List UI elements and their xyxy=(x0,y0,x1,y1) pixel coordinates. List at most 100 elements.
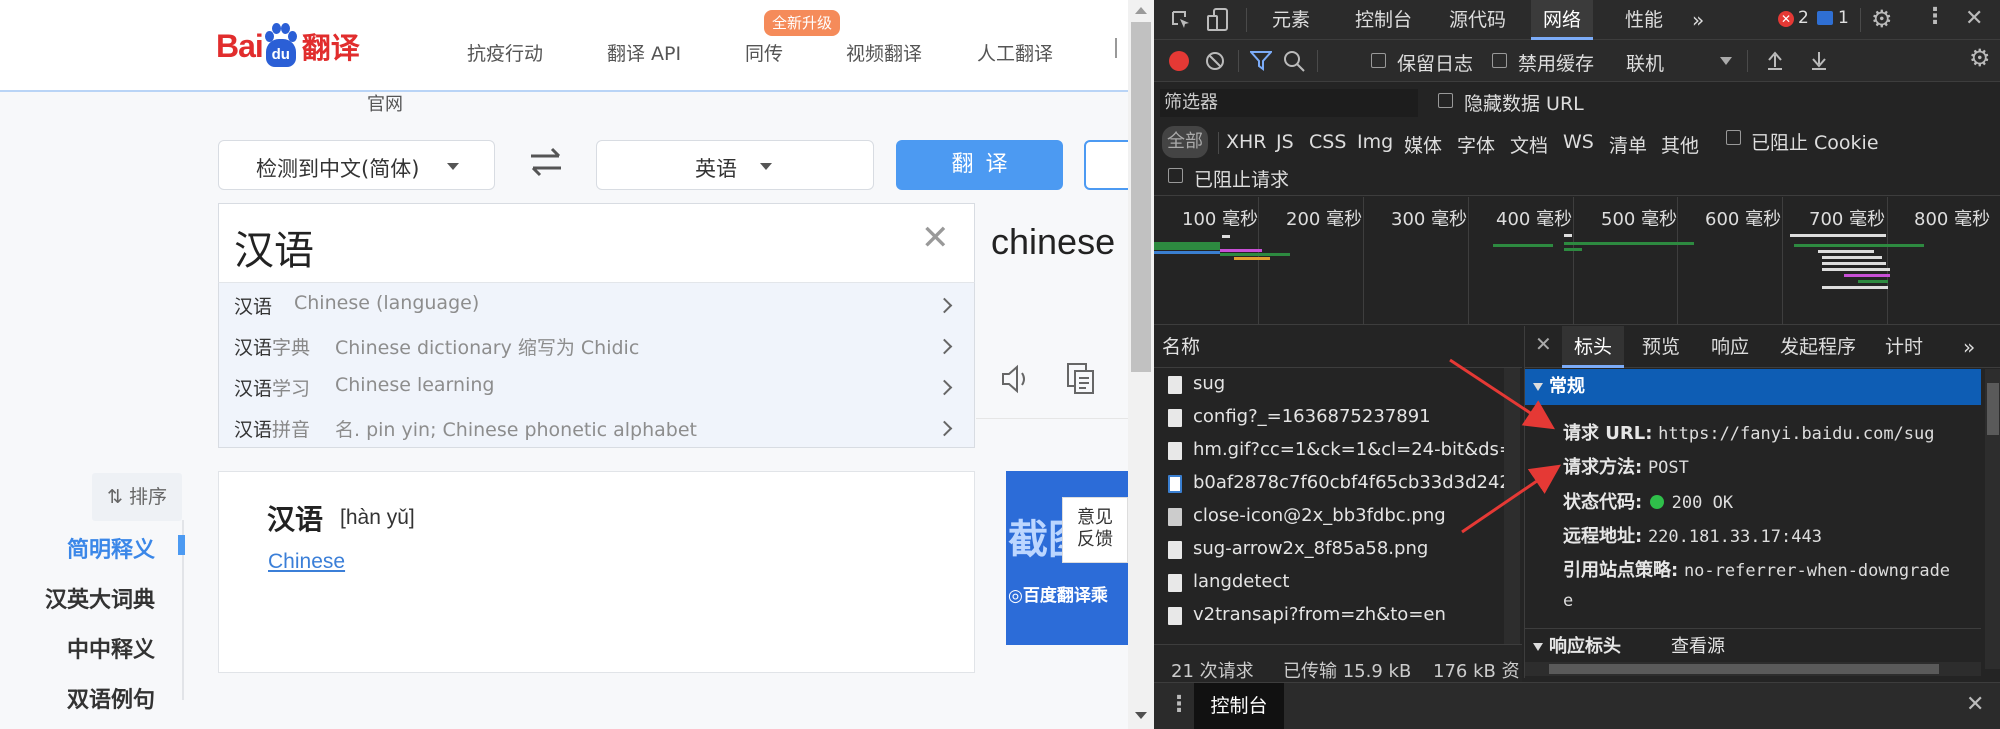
filter-all-button[interactable]: 全部 xyxy=(1162,126,1208,158)
message-count[interactable]: 1 xyxy=(1838,8,1849,28)
request-row[interactable]: b0af2878c7f60cbf4f65cb33d3d2422... xyxy=(1154,467,1504,500)
tab-console[interactable]: 控制台 xyxy=(1345,0,1422,40)
import-har-icon[interactable] xyxy=(1766,49,1784,71)
general-section-header[interactable]: 常规 xyxy=(1525,369,1981,405)
search-icon[interactable] xyxy=(1283,50,1305,72)
filter-icon[interactable] xyxy=(1250,51,1272,71)
baidu-logo[interactable]: Bai du 翻译 xyxy=(216,18,360,74)
filter-img[interactable]: Img xyxy=(1357,131,1393,153)
inspect-icon[interactable] xyxy=(1170,9,1192,31)
more-options-icon[interactable]: ⋮ xyxy=(1924,4,1946,29)
sort-button[interactable]: ⇅ 排序 xyxy=(92,473,182,521)
preserve-log-checkbox[interactable] xyxy=(1371,53,1386,68)
close-details-icon[interactable]: ✕ xyxy=(1535,332,1552,356)
copy-icon[interactable] xyxy=(1066,362,1096,396)
side-menu-dictionary[interactable]: 汉英大词典 xyxy=(45,582,155,614)
name-column-header[interactable]: 名称 xyxy=(1154,326,1522,368)
filter-js[interactable]: JS xyxy=(1276,131,1294,153)
clear-icon[interactable]: ✕ xyxy=(921,218,950,258)
suggestion-item[interactable]: 汉语拼音 名. pin yin; Chinese phonetic alphab… xyxy=(234,415,964,445)
scroll-up-icon[interactable] xyxy=(1135,7,1147,14)
side-menu-chinese[interactable]: 中中释义 xyxy=(67,632,155,664)
swap-languages-icon[interactable] xyxy=(528,144,564,180)
close-drawer-icon[interactable]: ✕ xyxy=(1966,692,1984,717)
settings-gear-icon[interactable]: ⚙ xyxy=(1871,5,1893,33)
close-devtools-icon[interactable]: ✕ xyxy=(1965,6,1983,31)
translate-button[interactable]: 翻译 xyxy=(896,140,1063,190)
feedback-button[interactable]: 意见 反馈 xyxy=(1062,497,1128,563)
clear-log-icon[interactable] xyxy=(1204,50,1226,72)
tab-timing[interactable]: 计时 xyxy=(1875,326,1933,368)
side-menu-examples[interactable]: 双语例句 xyxy=(67,682,155,714)
nav-simultaneous[interactable]: 同传 xyxy=(745,39,783,66)
blocked-requests-checkbox[interactable] xyxy=(1168,168,1183,183)
tab-initiator[interactable]: 发起程序 xyxy=(1770,326,1866,368)
suggestion-item[interactable]: 汉语 Chinese (language) xyxy=(234,292,964,322)
response-headers-section[interactable]: 响应标头 查看源 xyxy=(1525,628,1981,664)
definition-link[interactable]: Chinese xyxy=(268,550,345,574)
tab-elements[interactable]: 元素 xyxy=(1262,0,1320,40)
request-row[interactable]: sug-arrow2x_8f85a58.png xyxy=(1154,533,1504,566)
request-row[interactable]: config?_=1636875237891 xyxy=(1154,401,1504,434)
nav-human[interactable]: 人工翻译 xyxy=(977,39,1053,66)
suggestion-item[interactable]: 汉语字典 Chinese dictionary 缩写为 Chidic xyxy=(234,333,964,363)
filter-css[interactable]: CSS xyxy=(1309,131,1346,153)
device-toolbar-icon[interactable] xyxy=(1206,7,1230,33)
tab-preview[interactable]: 预览 xyxy=(1632,326,1690,368)
message-icon[interactable] xyxy=(1817,11,1833,25)
speaker-icon[interactable] xyxy=(999,362,1033,396)
source-text-input[interactable]: 汉语 ✕ xyxy=(218,203,975,282)
throttling-select[interactable]: 联机 xyxy=(1626,49,1664,76)
suggestion-item[interactable]: 汉语学习 Chinese learning xyxy=(234,374,964,404)
tab-performance[interactable]: 性能 xyxy=(1615,0,1673,40)
filter-ws[interactable]: WS xyxy=(1563,131,1594,153)
details-scrollbar[interactable] xyxy=(1985,369,2000,669)
filter-manifest[interactable]: 清单 xyxy=(1609,131,1647,158)
source-language-select[interactable]: 检测到中文(简体) xyxy=(218,140,495,190)
filter-font[interactable]: 字体 xyxy=(1457,131,1495,158)
error-icon[interactable]: ✕ xyxy=(1778,11,1794,27)
secondary-button[interactable] xyxy=(1084,140,1128,190)
request-row[interactable]: hm.gif?cc=1&ck=1&cl=24-bit&ds=1 xyxy=(1154,434,1504,467)
scroll-down-icon[interactable] xyxy=(1135,712,1147,719)
more-tabs-icon[interactable]: » xyxy=(1692,0,1704,40)
page-scrollbar[interactable] xyxy=(1128,0,1154,729)
nav-api[interactable]: 翻译 API xyxy=(607,39,681,66)
filter-input[interactable]: 筛选器 xyxy=(1160,89,1418,117)
tab-headers[interactable]: 标头 xyxy=(1562,326,1625,368)
network-overview-timeline[interactable]: 100 毫秒 200 毫秒 300 毫秒 400 毫秒 500 毫秒 600 毫… xyxy=(1154,197,2000,325)
network-settings-gear-icon[interactable]: ⚙ xyxy=(1969,44,1991,72)
drawer-menu-icon[interactable]: ⋮ xyxy=(1168,692,1190,717)
request-row[interactable]: v2transapi?from=zh&to=en xyxy=(1154,599,1504,632)
target-language-select[interactable]: 英语 xyxy=(596,140,874,190)
side-menu-concise[interactable]: 简明释义 xyxy=(67,532,155,564)
tab-network[interactable]: 网络 xyxy=(1531,0,1594,40)
more-tabs-icon[interactable]: » xyxy=(1963,326,1975,368)
hide-data-url-checkbox[interactable] xyxy=(1438,93,1453,108)
scrollbar-thumb[interactable] xyxy=(1131,22,1151,372)
nav-antiepidemic[interactable]: 抗疫行动 xyxy=(467,39,543,66)
filter-other[interactable]: 其他 xyxy=(1661,131,1699,158)
request-row[interactable]: sug xyxy=(1154,368,1504,401)
filter-doc[interactable]: 文档 xyxy=(1510,131,1548,158)
export-har-icon[interactable] xyxy=(1810,49,1828,71)
tab-response[interactable]: 响应 xyxy=(1701,326,1759,368)
filter-media[interactable]: 媒体 xyxy=(1404,131,1442,158)
details-h-scrollbar[interactable] xyxy=(1525,662,1981,676)
record-icon[interactable] xyxy=(1169,51,1189,71)
request-list-scrollbar[interactable] xyxy=(1504,368,1520,668)
source-text: 汉语 xyxy=(234,228,314,274)
nav-video[interactable]: 视频翻译 xyxy=(846,39,922,66)
tab-sources[interactable]: 源代码 xyxy=(1439,0,1516,40)
chevron-down-icon[interactable] xyxy=(1720,57,1732,65)
feedback-label: 反馈 xyxy=(1077,529,1113,550)
error-count[interactable]: 2 xyxy=(1798,8,1809,28)
disable-cache-checkbox[interactable] xyxy=(1492,53,1507,68)
blocked-cookies-checkbox[interactable] xyxy=(1726,130,1741,145)
request-row[interactable]: langdetect xyxy=(1154,566,1504,599)
official-site-link[interactable]: 官网 xyxy=(367,90,403,116)
drawer-tab-console[interactable]: 控制台 xyxy=(1194,683,1284,729)
view-source-link[interactable]: 查看源 xyxy=(1671,629,1725,665)
request-row[interactable]: close-icon@2x_bb3fdbc.png xyxy=(1154,500,1504,533)
filter-xhr[interactable]: XHR xyxy=(1226,131,1267,153)
